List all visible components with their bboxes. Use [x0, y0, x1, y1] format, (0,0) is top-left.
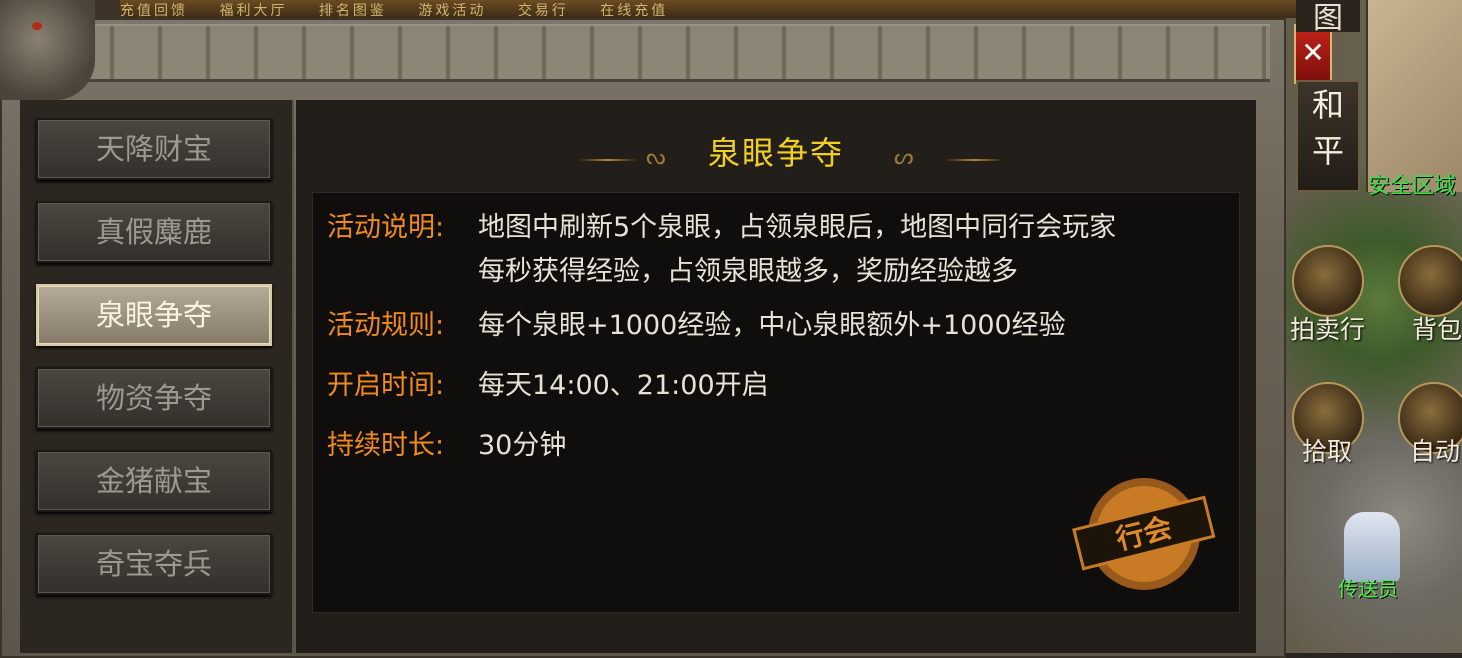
- auction-book-icon[interactable]: [1292, 245, 1364, 317]
- info-row-open-time: 开启时间: 每天14:00、21:00开启: [327, 364, 769, 408]
- info-value: 每个泉眼+1000经验，中心泉眼额外+1000经验: [478, 310, 1066, 341]
- scroll-ornament-icon: ᔓ: [646, 145, 666, 170]
- map-toggle-label[interactable]: 图: [1296, 0, 1360, 36]
- info-label: 开启时间:: [327, 370, 445, 401]
- info-row-rules: 活动规则: 每个泉眼+1000经验，中心泉眼额外+1000经验: [327, 304, 1066, 348]
- window-ornate-header: [40, 24, 1270, 82]
- info-value: 30分钟: [478, 430, 567, 461]
- bag-label: 背包: [1412, 315, 1462, 344]
- npc-name: 传送员: [1338, 577, 1398, 601]
- sidebar-item-quanyan[interactable]: 泉眼争夺: [36, 284, 272, 346]
- top-menu-item[interactable]: 游戏活动: [418, 3, 486, 18]
- title-divider-right: [944, 159, 1004, 161]
- info-row-duration: 持续时长: 30分钟: [327, 424, 566, 468]
- top-menu-strip: 充值回馈 福利大厅 排名图鉴 游戏活动 交易行 在线充值: [120, 0, 1300, 18]
- sidebar-item-qibao[interactable]: 奇宝夺兵: [36, 533, 272, 595]
- bag-icon[interactable]: [1398, 245, 1462, 317]
- top-menu-item[interactable]: 充值回馈: [120, 3, 188, 18]
- info-row-description: 活动说明: 地图中刷新5个泉眼，占领泉眼后，地图中同行会玩家 每秒获得经验，占领泉…: [327, 206, 1117, 287]
- top-menu-item[interactable]: 排名图鉴: [319, 3, 387, 18]
- dragon-ornament-icon: [0, 0, 95, 100]
- info-value: 地图中刷新5个泉眼，占领泉眼后，地图中同行会玩家: [478, 212, 1117, 243]
- npc-figure[interactable]: [1344, 512, 1400, 582]
- sidebar-item-zhenjia[interactable]: 真假麋鹿: [36, 201, 272, 263]
- auction-label: 拍卖行: [1290, 315, 1366, 344]
- info-label: 活动规则:: [327, 310, 445, 341]
- minimap[interactable]: [1366, 0, 1462, 192]
- guild-stamp-icon: 行会: [1072, 478, 1216, 590]
- info-value-continued: 每秒获得经验，占领泉眼越多，奖励经验越多: [478, 256, 1018, 287]
- dragon-eye: [32, 22, 42, 30]
- pk-mode-char: 平: [1311, 132, 1344, 170]
- top-menu-item[interactable]: 在线充值: [600, 3, 668, 18]
- page-title: 泉眼争夺: [707, 134, 844, 172]
- title-row: ᔓ 泉眼争夺 ᔕ: [296, 128, 1256, 178]
- info-label: 活动说明:: [327, 212, 445, 243]
- sidebar-item-wuzi[interactable]: 物资争夺: [36, 367, 272, 429]
- activity-content: ᔓ 泉眼争夺 ᔕ 活动说明: 地图中刷新5个泉眼，占领泉眼后，地图中同行会玩家 每…: [296, 100, 1256, 653]
- sidebar-item-tianjiang[interactable]: 天降财宝: [36, 118, 272, 180]
- scroll-ornament-icon: ᔕ: [894, 145, 914, 170]
- activity-description-box: 活动说明: 地图中刷新5个泉眼，占领泉眼后，地图中同行会玩家 每秒获得经验，占领泉…: [312, 192, 1240, 613]
- pickup-label: 拾取: [1302, 437, 1353, 466]
- title-divider-left: [578, 159, 638, 161]
- sidebar-item-jinzhu[interactable]: 金猪献宝: [36, 450, 272, 512]
- pk-mode-toggle[interactable]: 和 平: [1296, 80, 1360, 192]
- auto-label: 自动: [1410, 437, 1461, 466]
- top-menu-item[interactable]: 福利大厅: [219, 3, 287, 18]
- pk-mode-char: 和: [1311, 86, 1344, 124]
- safe-zone-label: 安全区域: [1368, 174, 1457, 199]
- info-label: 持续时长:: [327, 430, 445, 461]
- top-menu-item[interactable]: 交易行: [518, 3, 569, 18]
- activity-sidebar: 天降财宝 真假麋鹿 泉眼争夺 物资争夺 金猪献宝 奇宝夺兵: [20, 100, 294, 653]
- info-value: 每天14:00、21:00开启: [478, 370, 769, 401]
